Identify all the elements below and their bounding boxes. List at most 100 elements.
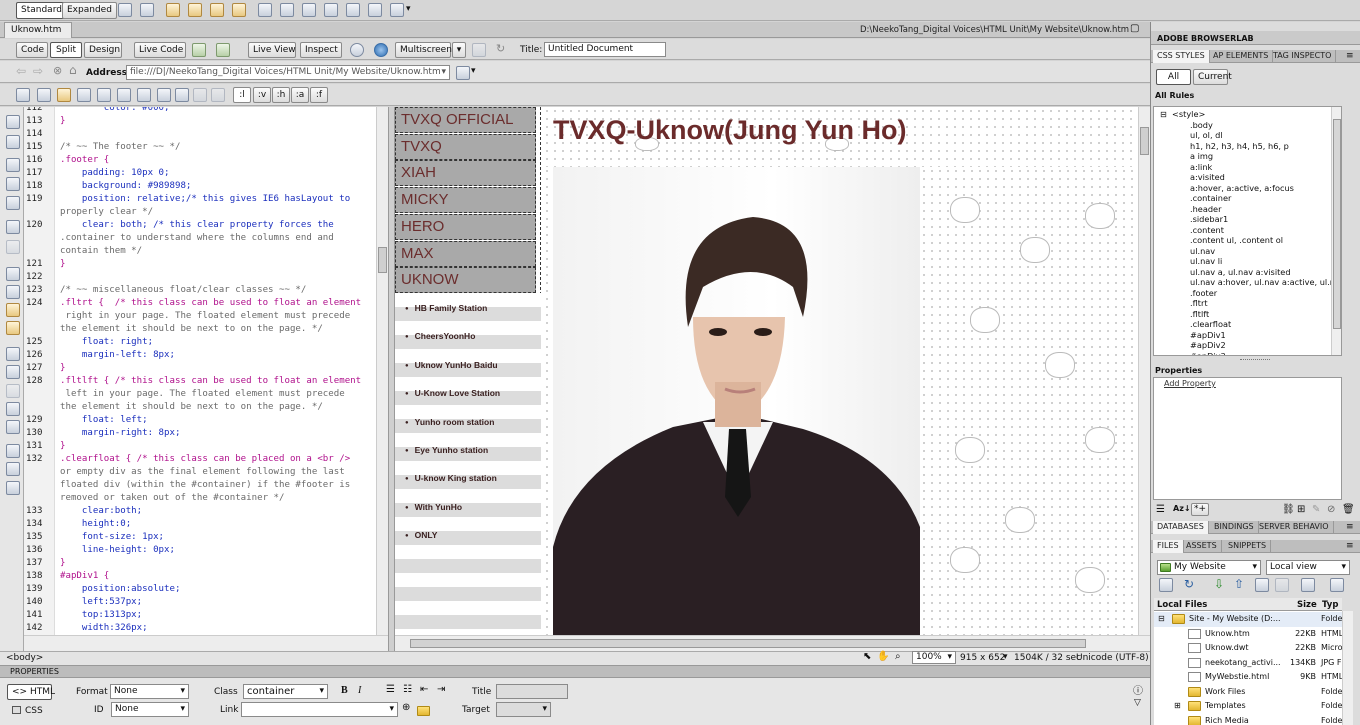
open-documents-icon[interactable] <box>6 115 20 129</box>
sidebar-link[interactable]: Eye Yunho station <box>405 445 489 455</box>
attach-style-icon[interactable]: ⛓ <box>1282 504 1295 515</box>
sidebar-link[interactable]: U-Know Love Station <box>405 388 500 398</box>
file-row[interactable]: Rich Media Folde <box>1154 714 1342 725</box>
code-line[interactable]: 142 width:326px; <box>24 622 388 635</box>
code-line[interactable]: 116 .footer { <box>24 154 388 167</box>
css-rule-item[interactable]: ul.nav a, ul.nav a:visited <box>1190 267 1291 278</box>
tool-icon-5[interactable] <box>97 88 111 102</box>
code-line[interactable]: 114 <box>24 128 388 141</box>
code-line[interactable]: 126 margin-left: 8px; <box>24 349 388 362</box>
recent-snippets-icon[interactable] <box>6 384 20 398</box>
design-vscrollbar[interactable] <box>1138 107 1150 635</box>
design-hscrollbar[interactable] <box>395 635 1150 651</box>
tool-icon-1[interactable] <box>16 88 30 102</box>
check-out-icon[interactable] <box>1255 578 1269 592</box>
code-line[interactable]: 138 #apDiv1 { <box>24 570 388 583</box>
code-line[interactable]: 136 line-height: 0px; <box>24 544 388 557</box>
code-line[interactable]: 133 clear:both; <box>24 505 388 518</box>
check-in-icon[interactable] <box>1275 578 1289 592</box>
text-icon-1[interactable] <box>175 88 189 102</box>
outdent-icon[interactable] <box>6 444 20 458</box>
nav-link[interactable]: TVXQ OFFICIAL <box>395 107 536 133</box>
apply-comment-icon[interactable] <box>6 321 20 335</box>
code-line[interactable]: 139 position:absolute; <box>24 583 388 596</box>
code-view-button[interactable]: Code <box>16 42 48 58</box>
code-line[interactable]: removed or taken out of the #container *… <box>24 492 388 505</box>
frame-icon-2[interactable] <box>302 3 316 17</box>
multiscreen-button[interactable]: Multiscreen <box>395 42 452 58</box>
css-rule-item[interactable]: .content <box>1190 225 1224 236</box>
all-rules-toggle[interactable]: All <box>1156 69 1191 85</box>
file-row[interactable]: neekotang_activi... 134KB JPG F <box>1154 656 1342 671</box>
outdent-text-icon[interactable]: ⇤ <box>420 684 428 695</box>
category-view-icon[interactable]: ☰ <box>1156 504 1165 515</box>
css-rule-item[interactable]: .fltrt <box>1190 298 1208 309</box>
pseudo-link-button[interactable]: :l <box>233 87 251 103</box>
multiscreen-dropdown[interactable]: ▾ <box>452 42 466 58</box>
css-rule-item[interactable]: .fltlft <box>1190 309 1209 320</box>
profile-photo[interactable] <box>553 167 920 635</box>
design-hscroll-thumb[interactable] <box>410 639 1086 648</box>
select-parent-tag-icon[interactable] <box>6 220 20 234</box>
code-line[interactable]: 123 /* ~~ miscellaneous float/clear class… <box>24 284 388 297</box>
css-rule-item[interactable]: #apDiv2 <box>1190 340 1226 351</box>
text-icon-2[interactable] <box>193 88 207 102</box>
css-rules-tree[interactable]: <style> .body ul, ol, dl h1, h2, h3, h4, h5… <box>1153 106 1342 356</box>
minimize-icon[interactable]: ▢ <box>1130 23 1139 34</box>
refresh-icon[interactable] <box>472 43 486 57</box>
browse-folder-icon[interactable] <box>417 706 430 716</box>
file-row[interactable]: MyWebstie.html 9KB HTML <box>1154 670 1343 685</box>
expand-properties-icon[interactable]: ▽ <box>1134 698 1141 708</box>
disable-icon[interactable]: ⊘ <box>1327 504 1335 515</box>
code-line[interactable]: left in your page. The floated element m… <box>24 388 388 401</box>
code-line[interactable]: 125 float: right; <box>24 336 388 349</box>
collapse-icon[interactable]: ⊟ <box>1158 612 1165 626</box>
code-line[interactable]: 118 background: #989898; <box>24 180 388 193</box>
nav-link[interactable]: HERO <box>395 213 536 240</box>
connect-icon[interactable] <box>1159 578 1173 592</box>
expand-all-icon[interactable] <box>6 196 20 210</box>
target-select[interactable] <box>496 702 551 717</box>
globe-icon[interactable] <box>350 43 364 57</box>
insert-ap-div-icon[interactable] <box>210 3 224 17</box>
unordered-list-icon[interactable]: ☰ <box>386 684 395 695</box>
code-line[interactable]: 128 .fltlft { /* this class can be used t… <box>24 375 388 388</box>
frame-icon-1[interactable] <box>280 3 294 17</box>
refresh-files-icon[interactable]: ↻ <box>1184 577 1194 591</box>
code-scrollbar[interactable] <box>376 107 388 635</box>
stop-icon[interactable]: ⊗ <box>53 64 62 77</box>
frame-icon-5[interactable] <box>368 3 382 17</box>
nav-link[interactable]: MAX <box>395 240 536 267</box>
css-rule-item[interactable]: .header <box>1190 204 1221 215</box>
code-line[interactable]: or empty div as the final element follow… <box>24 466 388 479</box>
code-line[interactable]: floated div (within the #container) if t… <box>24 479 388 492</box>
code-scroll-thumb[interactable] <box>378 247 387 273</box>
design-view-button[interactable]: Design <box>84 42 122 58</box>
collapse-tag-icon[interactable] <box>6 158 20 172</box>
format-source-icon[interactable] <box>6 462 20 476</box>
insert-div-icon-2[interactable] <box>188 3 202 17</box>
css-rule-item[interactable]: .clearfloat <box>1190 319 1231 330</box>
validate-markup-icon[interactable] <box>6 481 20 495</box>
set-properties-icon[interactable]: *+ <box>1191 503 1209 516</box>
code-line[interactable]: 121} <box>24 258 388 271</box>
show-code-navigator-icon[interactable] <box>6 135 20 149</box>
move-css-icon[interactable] <box>6 402 20 416</box>
inspect-button[interactable]: Inspect <box>300 42 342 58</box>
css-rule-item[interactable]: a:link <box>1190 162 1212 173</box>
wrap-tag-icon[interactable] <box>6 365 20 379</box>
insert-div-icon[interactable] <box>166 3 180 17</box>
code-line[interactable]: 140 left:537px; <box>24 596 388 609</box>
back-icon[interactable]: ⇦ <box>16 64 26 78</box>
tab-assets[interactable]: ASSETS <box>1182 540 1222 553</box>
expanded-mode-button[interactable]: Expanded <box>62 2 117 19</box>
code-line[interactable]: 124 .fltrt { /* this class can be used to… <box>24 297 388 310</box>
tag-selector[interactable]: <body> <box>6 653 43 663</box>
grid-icon[interactable] <box>258 3 272 17</box>
tree-scroll-thumb[interactable] <box>1333 119 1341 329</box>
sidebar-link[interactable]: CheersYoonHo <box>405 331 476 341</box>
file-row[interactable]: ⊞ Templates Folde <box>1154 699 1342 714</box>
tool-icon-6[interactable] <box>117 88 131 102</box>
file-row[interactable]: Work Files Folde <box>1154 685 1342 700</box>
css-rule-item[interactable]: a:visited <box>1190 172 1225 183</box>
